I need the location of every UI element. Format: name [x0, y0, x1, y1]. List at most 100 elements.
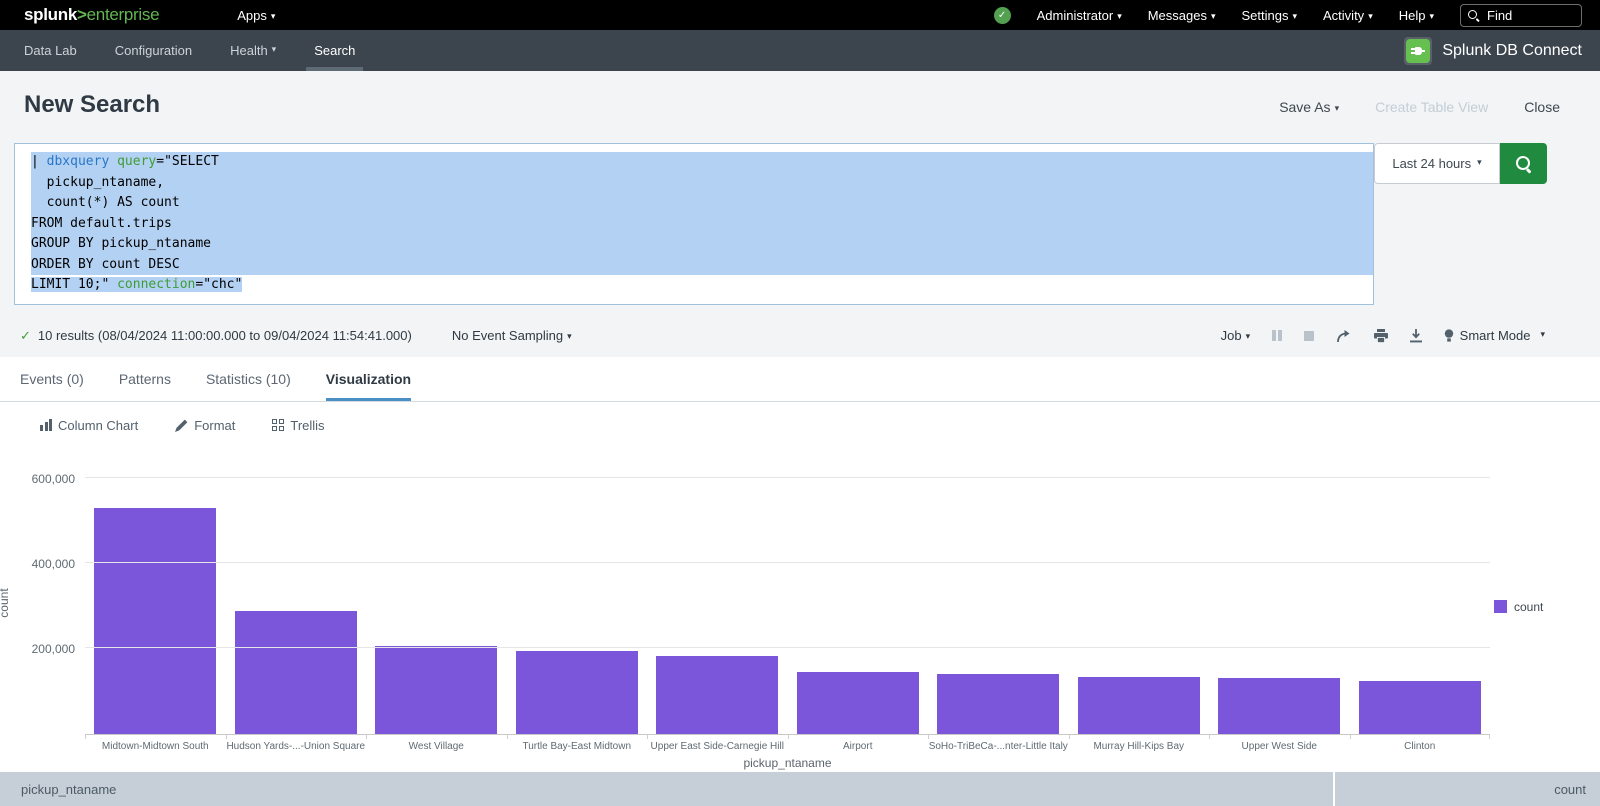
page-title: New Search [24, 91, 160, 119]
tab-events[interactable]: Events (0) [20, 357, 84, 401]
find-input[interactable] [1485, 7, 1565, 24]
settings-menu[interactable]: Settings▾ [1242, 8, 1298, 23]
caret-down-icon: ▾ [1292, 11, 1297, 21]
chart-type-label: Column Chart [58, 418, 138, 433]
bar-3[interactable] [516, 651, 638, 734]
x-axis-tick [1489, 734, 1490, 739]
caret-down-icon: ▾ [1117, 11, 1122, 21]
messages-menu[interactable]: Messages▾ [1148, 8, 1216, 23]
find-search-box[interactable] [1460, 4, 1582, 27]
bar-slot [788, 470, 929, 734]
bar-0[interactable] [94, 508, 216, 734]
gridline [85, 562, 1490, 563]
close-button[interactable]: Close [1524, 99, 1560, 115]
bar-4[interactable] [656, 656, 778, 734]
bar-slot [1209, 470, 1350, 734]
time-range-picker[interactable]: Last 24 hours▾ [1374, 143, 1500, 184]
chart-legend[interactable]: count [1494, 600, 1543, 614]
administrator-menu-label: Administrator [1037, 8, 1114, 23]
tab-statistics[interactable]: Statistics (10) [206, 357, 291, 401]
caret-down-icon: ▾ [1429, 11, 1434, 21]
legend-swatch [1494, 600, 1507, 613]
x-category-label: Upper East Side-Carnegie Hill [647, 741, 788, 752]
format-button[interactable]: Format [175, 418, 235, 433]
export-icon[interactable] [1410, 329, 1422, 343]
event-sampling-label: No Event Sampling [452, 328, 563, 343]
query-line: | dbxquery query="SELECT [31, 152, 1373, 173]
x-category-label: West Village [366, 741, 507, 752]
page-header: New Search Save As▾ Create Table View Cl… [0, 71, 1600, 135]
nav-item-data-lab[interactable]: Data Lab [24, 30, 77, 71]
query-editor[interactable]: | dbxquery query="SELECT pickup_ntaname,… [14, 143, 1374, 305]
lightbulb-icon [1444, 329, 1454, 343]
activity-menu[interactable]: Activity ▾ [1323, 8, 1373, 23]
caret-down-icon: ▾ [1477, 157, 1482, 168]
nav-item-configuration[interactable]: Configuration [115, 30, 192, 71]
x-axis-tick [226, 734, 227, 739]
bar-6[interactable] [937, 674, 1059, 734]
bar-1[interactable] [235, 611, 357, 734]
bar-5[interactable] [797, 672, 919, 734]
x-axis-tick [366, 734, 367, 739]
bar-2[interactable] [375, 646, 497, 734]
nav-item-label: Health [230, 43, 268, 58]
chart-bars [85, 470, 1490, 734]
chart-yaxis: 200,000400,000600,000 [0, 470, 75, 735]
x-category-label: Clinton [1350, 741, 1491, 752]
column-chart: count 200,000400,000600,000 Midtown-Midt… [0, 470, 1600, 770]
x-axis-tick [1209, 734, 1210, 739]
caret-down-icon: ▾ [272, 44, 277, 55]
apps-menu[interactable]: Apps▾ [237, 8, 275, 23]
bar-7[interactable] [1078, 677, 1200, 734]
nav-item-health[interactable]: Health ▾ [230, 30, 276, 71]
help-menu[interactable]: Help▾ [1399, 8, 1434, 23]
plug-icon [1410, 43, 1426, 59]
x-category-label: Hudson Yards-...-Union Square [226, 741, 367, 752]
x-axis-tick [928, 734, 929, 739]
magnifier-icon [1515, 155, 1533, 173]
x-category-label: Turtle Bay-East Midtown [507, 741, 648, 752]
x-axis-tick [788, 734, 789, 739]
caret-down-icon: ▾ [271, 11, 276, 21]
settings-menu-label: Settings [1242, 8, 1289, 23]
logo-brand: splunk [24, 5, 77, 24]
search-mode-dropdown[interactable]: Smart Mode▾ [1444, 328, 1545, 343]
x-axis-title: pickup_ntaname [85, 756, 1490, 770]
x-category-label: SoHo-TriBeCa-...nter-Little Italy [928, 741, 1069, 752]
messages-menu-label: Messages [1148, 8, 1207, 23]
health-status-check-icon[interactable]: ✓ [994, 7, 1011, 24]
bar-slot [1350, 470, 1491, 734]
save-as-button[interactable]: Save As▾ [1279, 99, 1339, 115]
tab-patterns[interactable]: Patterns [119, 357, 171, 401]
print-icon[interactable] [1374, 329, 1388, 343]
tab-visualization[interactable]: Visualization [326, 357, 411, 401]
app-name: Splunk DB Connect [1442, 42, 1582, 60]
bar-9[interactable] [1359, 681, 1481, 734]
share-icon[interactable] [1336, 329, 1352, 343]
administrator-menu[interactable]: Administrator▾ [1037, 8, 1122, 23]
event-sampling-dropdown[interactable]: No Event Sampling▾ [452, 328, 572, 343]
trellis-button[interactable]: Trellis [272, 418, 324, 433]
x-category-label: Midtown-Midtown South [85, 741, 226, 752]
logo-product: enterprise [87, 5, 160, 24]
chart-type-picker[interactable]: Column Chart [40, 418, 138, 433]
nav-item-search[interactable]: Search [314, 30, 355, 71]
job-menu[interactable]: Job▾ [1221, 328, 1251, 343]
stop-icon [1304, 331, 1314, 341]
x-category-label: Upper West Side [1209, 741, 1350, 752]
top-bar: splunk>enterprise Apps▾ ✓ Administrator▾… [0, 0, 1600, 30]
app-brand[interactable]: Splunk DB Connect [1404, 37, 1582, 65]
bar-8[interactable] [1218, 678, 1340, 734]
activity-menu-label: Activity [1323, 8, 1364, 23]
caret-down-icon: ▾ [1368, 11, 1373, 21]
search-button[interactable] [1500, 143, 1547, 184]
results-check-icon: ✓ [20, 328, 31, 344]
query-line: pickup_ntaname, [31, 173, 1373, 194]
search-icon [1467, 9, 1480, 22]
save-as-label: Save As [1279, 99, 1330, 115]
bar-slot [226, 470, 367, 734]
column-chart-icon [40, 419, 52, 431]
bar-slot [507, 470, 648, 734]
results-bar: ✓ 10 results (08/04/2024 11:00:00.000 to… [0, 315, 1600, 357]
gridline [85, 477, 1490, 478]
